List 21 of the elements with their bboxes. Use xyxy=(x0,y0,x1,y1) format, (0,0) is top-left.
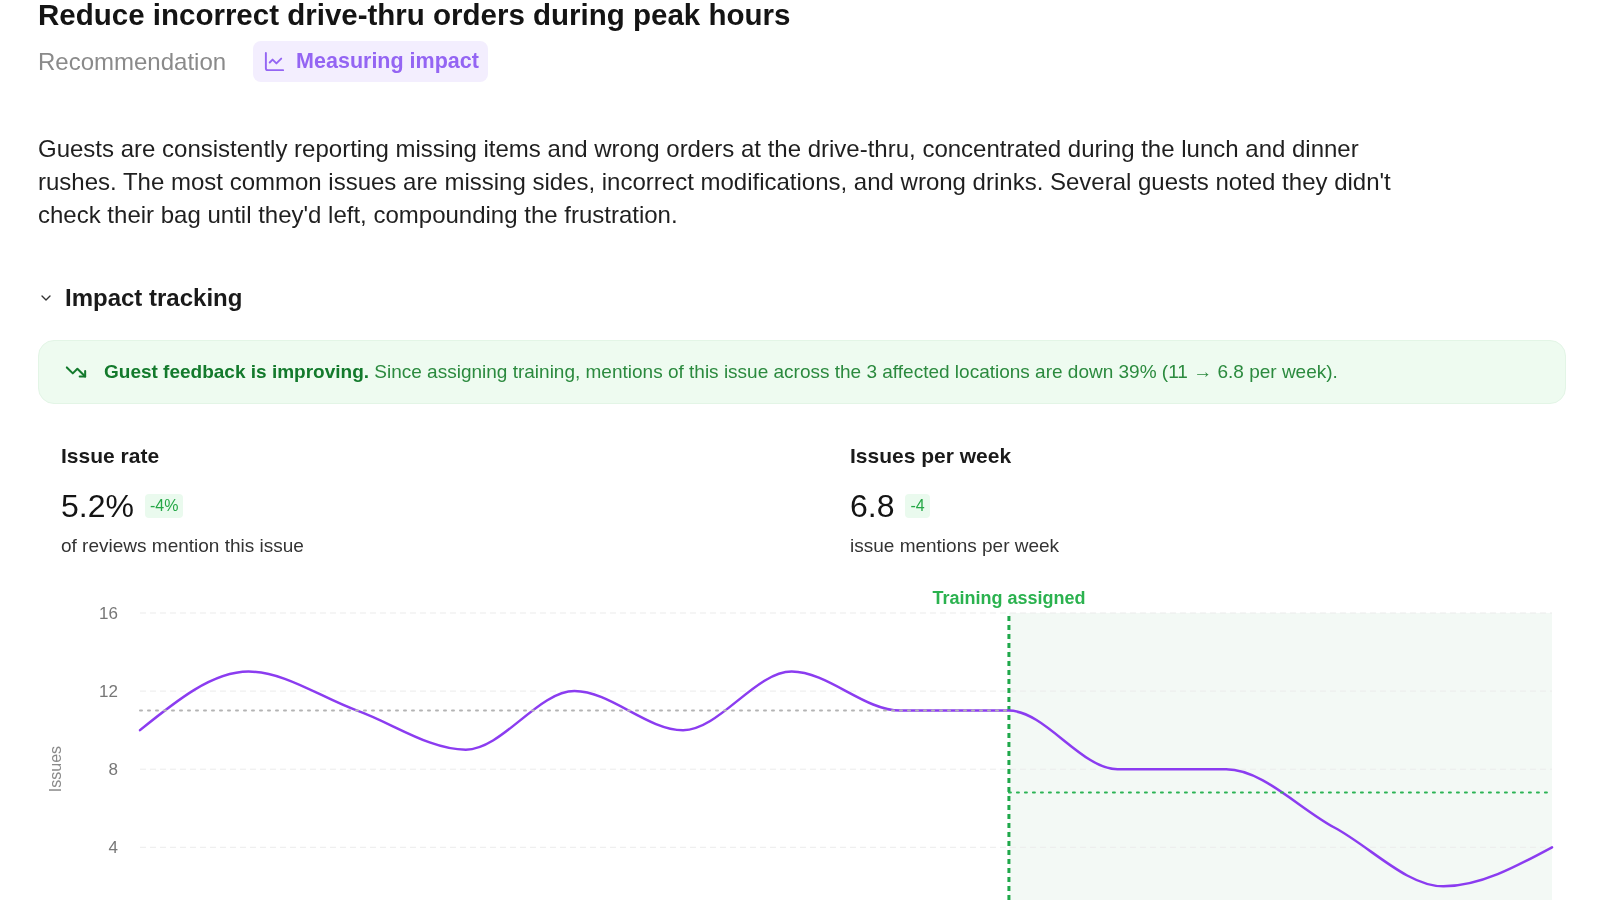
category-label: Recommendation xyxy=(38,46,227,77)
line-chart-icon xyxy=(263,50,287,73)
metric-caption: issue mentions per week xyxy=(850,534,1061,558)
y-axis-title: Issues xyxy=(47,745,64,793)
annotation-label: Training assigned xyxy=(932,588,1086,608)
metric-caption: of reviews mention this issue xyxy=(61,534,305,558)
y-axis-tick: 16 xyxy=(99,604,118,623)
metric-label: Issues per week xyxy=(850,443,1013,469)
status-text: Measuring impact xyxy=(296,48,479,76)
metric-value: 5.2% xyxy=(61,487,134,526)
description-text: Guests are consistently reporting missing items and wrong orders at the drive-thru, concentrated during the lunch and dinner rushes. The most common issues are missing sides, incorrect modifications, and wrong drinks. Several guests noted they didn't check their bag until they'd left, compounding the frustration. xyxy=(38,134,1392,230)
y-axis-tick: 4 xyxy=(108,838,118,858)
y-axis-tick: 8 xyxy=(108,760,118,780)
metric-label: Issue rate xyxy=(61,443,161,469)
metric-value: 6.8 xyxy=(850,487,895,526)
change-badge: -4% xyxy=(144,494,184,518)
section-toggle[interactable]: Impact tracking xyxy=(38,283,243,313)
banner-message: Guest feedback is improving. Since assigning training, mentions of this issue across the 3 affected locations are down 39% (11 → 6.8 per week). xyxy=(104,359,1338,384)
change-badge: -4 xyxy=(905,494,930,518)
page-title: Reduce incorrect drive-thru orders during peak hours xyxy=(38,0,792,30)
y-axis-tick: 12 xyxy=(99,682,118,702)
